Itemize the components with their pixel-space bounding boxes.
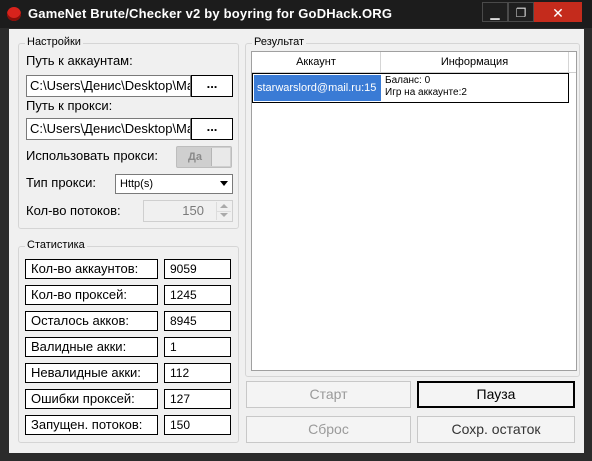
maximize-button[interactable]: ❐ bbox=[508, 2, 534, 22]
close-button[interactable]: ✕ bbox=[534, 2, 582, 22]
use-proxy-toggle[interactable]: Да bbox=[176, 146, 232, 168]
stat-label-valid: Валидные акки: bbox=[25, 337, 158, 357]
threads-value: 150 bbox=[182, 203, 204, 218]
stat-value-threads-running: 150 bbox=[164, 415, 231, 435]
title-bar[interactable]: GameNet Brute/Checker v2 by boyring for … bbox=[0, 0, 592, 28]
threads-label: Кол-во потоков: bbox=[26, 203, 121, 218]
proxy-type-value: Http(s) bbox=[120, 178, 153, 190]
statistics-group-title: Статистика bbox=[25, 239, 87, 251]
threads-stepper[interactable]: 150 bbox=[143, 200, 233, 222]
row-info-balance: Баланс: 0 bbox=[385, 75, 431, 86]
app-logo-icon bbox=[7, 7, 21, 21]
reset-button[interactable]: Сброс bbox=[246, 416, 411, 443]
stat-label-proxies: Кол-во проксей: bbox=[25, 285, 158, 305]
row-info-games: Игр на аккаунте:2 bbox=[385, 87, 467, 98]
accounts-path-input[interactable]: C:\Users\Денис\Desktop\Mail.txt bbox=[26, 75, 191, 97]
proxy-path-input[interactable]: C:\Users\Денис\Desktop\Mail.txt bbox=[26, 118, 191, 140]
stat-label-threads-running: Запущен. потоков: bbox=[25, 415, 158, 435]
column-header-info[interactable]: Информация bbox=[381, 52, 569, 72]
stat-value-proxy-errors: 127 bbox=[164, 389, 231, 409]
results-table-header: Аккаунт Информация bbox=[252, 52, 576, 73]
accounts-path-label: Путь к аккаунтам: bbox=[26, 53, 133, 68]
proxy-browse-button[interactable]: ... bbox=[191, 118, 233, 140]
use-proxy-toggle-label: Да bbox=[188, 151, 202, 163]
window-title: GameNet Brute/Checker v2 by boyring for … bbox=[28, 6, 393, 21]
stat-value-remaining: 8945 bbox=[164, 311, 231, 331]
stat-value-accounts: 9059 bbox=[164, 259, 231, 279]
pause-button[interactable]: Пауза bbox=[417, 381, 575, 408]
stat-value-invalid: 112 bbox=[164, 363, 231, 383]
proxy-type-label: Тип прокси: bbox=[26, 175, 96, 190]
use-proxy-label: Использовать прокси: bbox=[26, 148, 158, 163]
results-group-title: Результат bbox=[252, 36, 307, 48]
column-header-account[interactable]: Аккаунт bbox=[252, 52, 381, 72]
results-table[interactable]: Аккаунт Информация starwarslord@mail.ru:… bbox=[251, 51, 577, 371]
proxy-path-label: Путь к прокси: bbox=[26, 98, 113, 113]
chevron-down-icon bbox=[220, 181, 228, 186]
row-info-cell[interactable]: Баланс: 0 Игр на аккаунте:2 bbox=[383, 75, 567, 101]
stat-label-proxy-errors: Ошибки проксей: bbox=[25, 389, 158, 409]
save-rest-button[interactable]: Сохр. остаток bbox=[417, 416, 575, 443]
app-window: GameNet Brute/Checker v2 by boyring for … bbox=[0, 0, 592, 461]
minimize-button[interactable]: ▁ bbox=[482, 2, 508, 22]
stat-label-invalid: Невалидные акки: bbox=[25, 363, 158, 383]
toggle-knob bbox=[211, 148, 230, 166]
settings-group-title: Настройки bbox=[25, 36, 83, 48]
stat-value-valid: 1 bbox=[164, 337, 231, 357]
start-button[interactable]: Старт bbox=[246, 381, 411, 408]
proxy-type-select[interactable]: Http(s) bbox=[115, 174, 233, 194]
spin-down-icon[interactable] bbox=[216, 211, 231, 220]
row-account-cell[interactable]: starwarslord@mail.ru:15 bbox=[254, 75, 381, 101]
main-panel: Настройки Путь к аккаунтам: C:\Users\Ден… bbox=[9, 29, 584, 453]
stat-label-accounts: Кол-во аккаунтов: bbox=[25, 259, 158, 279]
stat-value-proxies: 1245 bbox=[164, 285, 231, 305]
table-row[interactable]: starwarslord@mail.ru:15 Баланс: 0 Игр на… bbox=[252, 73, 569, 103]
accounts-browse-button[interactable]: ... bbox=[191, 75, 233, 97]
stat-label-remaining: Осталось акков: bbox=[25, 311, 158, 331]
